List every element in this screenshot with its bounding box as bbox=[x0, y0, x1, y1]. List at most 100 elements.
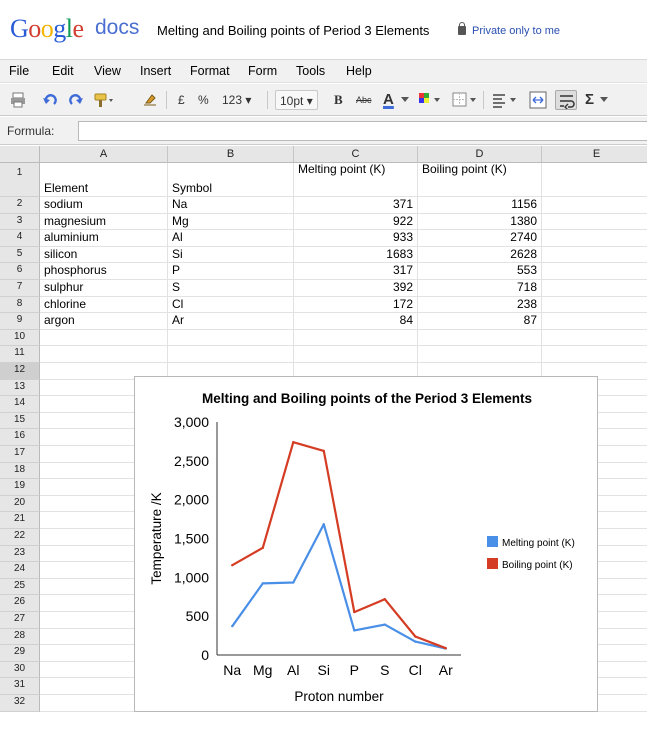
table-cell[interactable]: Si bbox=[168, 246, 294, 264]
table-cell[interactable]: 392 bbox=[294, 280, 418, 297]
cell[interactable] bbox=[542, 163, 647, 197]
table-cell[interactable]: 238 bbox=[418, 296, 542, 314]
table-cell[interactable]: 371 bbox=[294, 197, 418, 214]
table-cell[interactable]: 317 bbox=[294, 263, 418, 280]
cell[interactable] bbox=[542, 263, 647, 280]
column-header-d[interactable]: D bbox=[418, 146, 542, 163]
header-cell[interactable]: Element bbox=[40, 163, 168, 197]
cell[interactable] bbox=[542, 313, 647, 330]
row-header-16[interactable]: 16 bbox=[0, 429, 40, 446]
row-header-2[interactable]: 2 bbox=[0, 197, 40, 214]
column-header-e[interactable]: E bbox=[542, 146, 647, 163]
merge-cells-icon[interactable] bbox=[529, 91, 547, 111]
row-header-28[interactable]: 28 bbox=[0, 628, 40, 646]
table-cell[interactable]: silicon bbox=[40, 246, 168, 264]
number-format-dropdown[interactable]: 123 ▾ bbox=[222, 90, 251, 110]
docs-product-name[interactable]: docs bbox=[95, 16, 139, 40]
line-chart[interactable]: Melting and Boiling points of the Period… bbox=[134, 376, 598, 712]
formula-input[interactable] bbox=[78, 121, 647, 141]
row-header-26[interactable]: 26 bbox=[0, 595, 40, 612]
row-header-23[interactable]: 23 bbox=[0, 545, 40, 563]
table-cell[interactable]: 172 bbox=[294, 296, 418, 314]
cell[interactable] bbox=[542, 346, 647, 363]
row-header-1[interactable]: 1 bbox=[0, 163, 40, 197]
google-logo[interactable]: Google bbox=[10, 14, 84, 44]
font-size-dropdown[interactable]: 10pt ▾ bbox=[275, 90, 318, 110]
chevron-down-icon[interactable] bbox=[401, 97, 409, 117]
table-cell[interactable]: 718 bbox=[418, 280, 542, 297]
row-header-18[interactable]: 18 bbox=[0, 462, 40, 480]
header-cell[interactable]: Symbol bbox=[168, 163, 294, 197]
cell[interactable] bbox=[542, 214, 647, 231]
row-header-8[interactable]: 8 bbox=[0, 296, 40, 314]
cell[interactable] bbox=[294, 346, 418, 363]
row-header-19[interactable]: 19 bbox=[0, 479, 40, 496]
redo-icon[interactable] bbox=[68, 92, 84, 112]
fill-color-icon[interactable] bbox=[418, 92, 444, 112]
row-header-25[interactable]: 25 bbox=[0, 578, 40, 596]
header-cell[interactable]: Melting point (K) bbox=[294, 163, 418, 197]
table-cell[interactable]: Cl bbox=[168, 296, 294, 314]
row-header-20[interactable]: 20 bbox=[0, 495, 40, 513]
row-header-10[interactable]: 10 bbox=[0, 329, 40, 347]
row-header-11[interactable]: 11 bbox=[0, 346, 40, 363]
align-icon[interactable] bbox=[492, 92, 520, 112]
table-cell[interactable]: 933 bbox=[294, 230, 418, 247]
table-cell[interactable]: 922 bbox=[294, 213, 418, 231]
row-header-22[interactable]: 22 bbox=[0, 529, 40, 546]
document-title[interactable]: Melting and Boiling points of Period 3 E… bbox=[157, 23, 429, 38]
row-header-9[interactable]: 9 bbox=[0, 313, 40, 330]
table-cell[interactable]: aluminium bbox=[40, 230, 168, 247]
row-header-5[interactable]: 5 bbox=[0, 246, 40, 264]
table-cell[interactable]: 2628 bbox=[418, 246, 542, 264]
table-cell[interactable]: chlorine bbox=[40, 296, 168, 314]
header-cell[interactable]: Boiling point (K) bbox=[418, 163, 542, 197]
privacy-status[interactable]: Private only to me bbox=[458, 22, 560, 37]
row-header-4[interactable]: 4 bbox=[0, 230, 40, 247]
table-cell[interactable]: 1683 bbox=[294, 246, 418, 264]
cell[interactable] bbox=[418, 329, 542, 347]
undo-icon[interactable] bbox=[42, 92, 58, 112]
select-all-corner[interactable] bbox=[0, 146, 40, 163]
menu-format[interactable]: Format bbox=[190, 64, 230, 78]
currency-format-button[interactable]: £ bbox=[178, 90, 185, 110]
wrap-text-icon[interactable] bbox=[555, 90, 577, 110]
print-icon[interactable] bbox=[10, 92, 26, 112]
table-cell[interactable]: sulphur bbox=[40, 280, 168, 297]
functions-button[interactable]: Σ bbox=[585, 90, 594, 110]
cell[interactable] bbox=[542, 247, 647, 264]
cell[interactable] bbox=[294, 329, 418, 347]
table-cell[interactable]: 1380 bbox=[418, 213, 542, 231]
table-cell[interactable]: P bbox=[168, 263, 294, 280]
percent-format-button[interactable]: % bbox=[198, 90, 209, 110]
table-cell[interactable]: 87 bbox=[418, 313, 542, 330]
table-cell[interactable]: argon bbox=[40, 313, 168, 330]
column-header-c[interactable]: C bbox=[294, 146, 418, 163]
row-header-30[interactable]: 30 bbox=[0, 661, 40, 679]
bold-button[interactable]: B bbox=[334, 90, 343, 110]
menu-help[interactable]: Help bbox=[346, 64, 372, 78]
table-cell[interactable]: 553 bbox=[418, 263, 542, 280]
table-cell[interactable]: S bbox=[168, 280, 294, 297]
table-cell[interactable]: sodium bbox=[40, 197, 168, 214]
cell[interactable] bbox=[542, 330, 647, 347]
cell[interactable] bbox=[542, 197, 647, 214]
menu-view[interactable]: View bbox=[94, 64, 121, 78]
table-cell[interactable]: phosphorus bbox=[40, 263, 168, 280]
cell[interactable] bbox=[542, 230, 647, 247]
menu-tools[interactable]: Tools bbox=[296, 64, 325, 78]
borders-icon[interactable] bbox=[452, 92, 480, 112]
clear-format-icon[interactable] bbox=[142, 92, 158, 112]
table-cell[interactable]: Na bbox=[168, 197, 294, 214]
row-header-29[interactable]: 29 bbox=[0, 645, 40, 662]
cell[interactable] bbox=[40, 346, 168, 363]
row-header-17[interactable]: 17 bbox=[0, 446, 40, 463]
menu-form[interactable]: Form bbox=[248, 64, 277, 78]
cell[interactable] bbox=[542, 280, 647, 297]
strikethrough-button[interactable]: Abc bbox=[356, 90, 372, 110]
cell[interactable] bbox=[418, 346, 542, 363]
menu-file[interactable]: File bbox=[9, 64, 29, 78]
paint-format-icon[interactable] bbox=[94, 92, 114, 112]
column-header-a[interactable]: A bbox=[40, 146, 168, 163]
row-header-13[interactable]: 13 bbox=[0, 379, 40, 397]
